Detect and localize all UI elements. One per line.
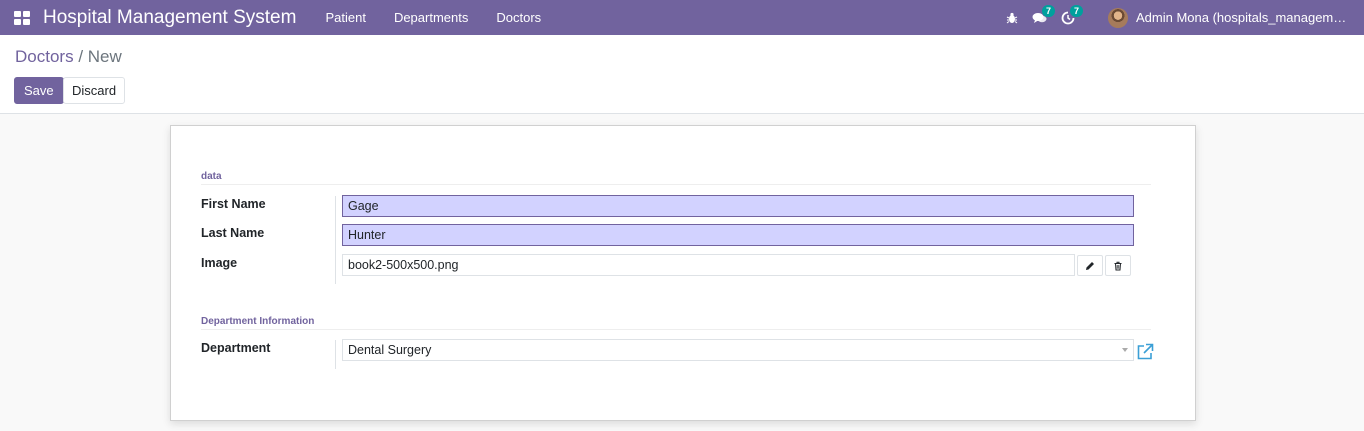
control-panel: Doctors / New Save Discard (0, 35, 1364, 114)
messages-button[interactable]: 7 (1026, 0, 1055, 35)
user-name: Admin Mona (hospitals_management_... (1136, 10, 1348, 25)
chevron-down-icon[interactable] (1122, 348, 1128, 352)
department-value: Dental Surgery (348, 343, 432, 357)
app-title[interactable]: Hospital Management System (43, 7, 296, 29)
systray: 7 7 Admin Mona (hospitals_management_... (998, 0, 1364, 35)
user-menu[interactable]: Admin Mona (hospitals_management_... (1108, 7, 1364, 28)
image-filename-field[interactable]: book2-500x500.png (342, 254, 1075, 276)
top-navbar: Hospital Management System Patient Depar… (0, 0, 1364, 35)
column-divider (335, 196, 336, 284)
clear-image-button[interactable] (1105, 255, 1131, 276)
breadcrumb: Doctors / New (15, 47, 122, 67)
save-button[interactable]: Save (14, 77, 64, 104)
section-data-title: data (201, 171, 1151, 185)
image-label: Image (201, 256, 238, 270)
discard-button[interactable]: Discard (63, 77, 126, 104)
last-name-label: Last Name (201, 226, 265, 240)
breadcrumb-doctors[interactable]: Doctors (15, 47, 74, 66)
edit-image-button[interactable] (1077, 255, 1103, 276)
menu-item-doctors[interactable]: Doctors (482, 10, 555, 25)
menu-item-patient[interactable]: Patient (311, 10, 379, 25)
activities-count-badge: 7 (1070, 5, 1083, 17)
bug-icon[interactable] (998, 0, 1026, 35)
avatar (1108, 7, 1128, 28)
first-name-field[interactable]: Gage (342, 195, 1134, 217)
activities-button[interactable]: 7 (1054, 0, 1083, 35)
apps-grid-icon[interactable] (14, 10, 30, 25)
department-select[interactable]: Dental Surgery (342, 339, 1134, 361)
column-divider (335, 340, 336, 369)
pencil-icon (1086, 261, 1094, 270)
main-menu: Patient Departments Doctors (311, 10, 555, 25)
external-link-icon[interactable] (1136, 343, 1154, 361)
breadcrumb-current: New (87, 47, 122, 66)
form-sheet: data First Name Gage Last Name Hunter Im… (170, 125, 1196, 421)
first-name-label: First Name (201, 197, 266, 211)
breadcrumb-separator: / (78, 47, 84, 66)
department-label: Department (201, 341, 271, 355)
menu-item-departments[interactable]: Departments (380, 10, 482, 25)
trash-icon (1114, 261, 1122, 270)
section-department-title: Department Information (201, 316, 1151, 330)
last-name-field[interactable]: Hunter (342, 224, 1134, 246)
